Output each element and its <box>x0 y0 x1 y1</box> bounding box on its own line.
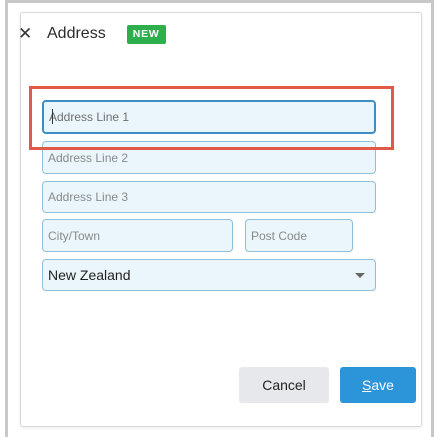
country-select-value: New Zealand <box>48 267 131 283</box>
frame-border-top <box>5 0 434 3</box>
save-button-mnemonic: S <box>362 377 372 393</box>
post-code-input[interactable] <box>245 219 353 252</box>
app-frame: ✕ Address NEW New Zealand Cancel Save <box>0 0 440 437</box>
address-line-3-input[interactable] <box>42 181 376 213</box>
text-cursor <box>52 109 53 124</box>
country-select[interactable]: New Zealand <box>42 259 376 291</box>
address-line-2-input[interactable] <box>42 141 376 174</box>
cancel-button[interactable]: Cancel <box>239 367 329 403</box>
frame-border-right <box>431 0 434 437</box>
save-button[interactable]: Save <box>340 367 416 403</box>
close-icon[interactable]: ✕ <box>18 24 32 44</box>
new-badge: NEW <box>126 24 166 44</box>
save-button-label: ave <box>371 377 394 393</box>
address-line-1-input[interactable] <box>42 100 376 134</box>
caret-down-icon <box>355 272 365 278</box>
dialog-header: ✕ Address NEW <box>18 24 166 44</box>
dialog-title: Address <box>47 25 106 42</box>
frame-border-left <box>5 0 8 437</box>
cancel-button-label: Cancel <box>262 377 306 393</box>
city-town-input[interactable] <box>42 219 233 252</box>
